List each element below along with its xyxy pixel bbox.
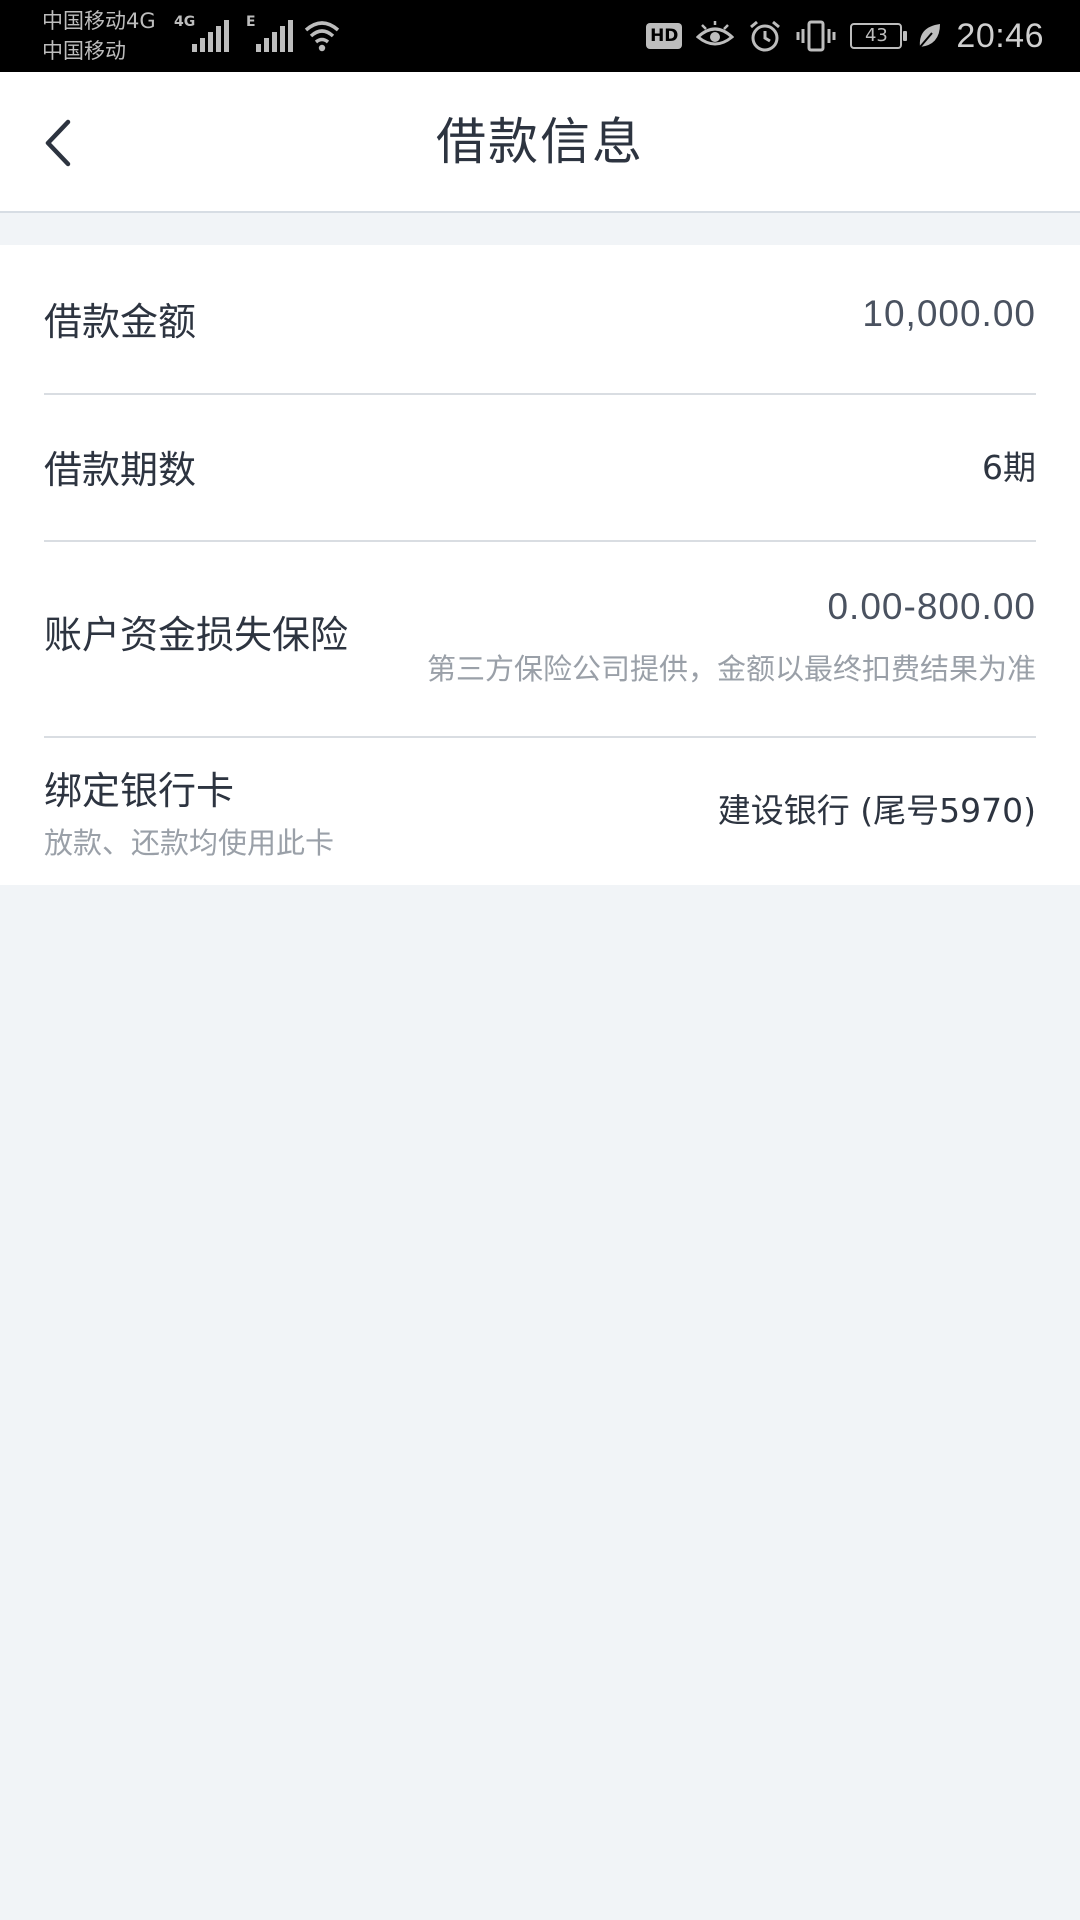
bank-card-row[interactable]: 绑定银行卡 放款、还款均使用此卡 建设银行 (尾号5970) xyxy=(44,738,1036,885)
sim2-signal: E xyxy=(246,14,296,54)
status-right-group: HD 43 20:46 xyxy=(646,0,1044,72)
carrier-1-label: 中国移动4G xyxy=(42,9,156,33)
loan-amount-label: 借款金额 xyxy=(44,300,197,344)
insurance-value: 0.00-800.00 xyxy=(827,586,1036,627)
page-title: 借款信息 xyxy=(436,113,644,171)
insurance-row: 账户资金损失保险 0.00-800.00 第三方保险公司提供，金额以最终扣费结果… xyxy=(44,542,1036,737)
insurance-note: 第三方保险公司提供，金额以最终扣费结果为准 xyxy=(426,652,1036,686)
battery-icon: 43 xyxy=(850,23,908,49)
bank-card-label: 绑定银行卡 xyxy=(44,769,235,813)
vibrate-icon xyxy=(796,20,836,52)
nav-bar: 借款信息 xyxy=(0,72,1080,213)
loan-term-value: 6期 xyxy=(982,448,1036,487)
loan-term-row: 借款期数 6期 xyxy=(44,395,1036,541)
bank-card-note: 放款、还款均使用此卡 xyxy=(44,826,335,860)
bank-card-value: 建设银行 (尾号5970) xyxy=(717,791,1036,830)
signal-icon xyxy=(256,20,293,52)
hd-icon: HD xyxy=(646,23,683,49)
status-time: 20:46 xyxy=(956,16,1044,55)
sim1-signal: 4G xyxy=(174,14,230,54)
battery-level: 43 xyxy=(864,25,888,46)
loan-amount-row: 借款金额 10,000.00 xyxy=(44,245,1036,393)
alarm-icon xyxy=(750,20,781,52)
loan-info-card: 借款金额 10,000.00 借款期数 6期 账户资金损失保险 0.00-800… xyxy=(0,245,1080,885)
sim2-network-tag: E xyxy=(246,14,256,30)
wifi-icon xyxy=(304,21,340,52)
carrier-2-label: 中国移动 xyxy=(42,39,126,63)
signal-icon xyxy=(192,20,229,52)
status-bar: 中国移动4G 中国移动 4G E HD 43 20:46 xyxy=(0,0,1080,72)
eye-icon xyxy=(696,21,735,46)
carrier-info: 中国移动4G 中国移动 xyxy=(42,6,156,66)
loan-term-label: 借款期数 xyxy=(44,448,197,492)
loan-amount-value: 10,000.00 xyxy=(862,293,1036,334)
leaf-icon xyxy=(919,24,941,48)
insurance-label: 账户资金损失保险 xyxy=(44,613,349,657)
